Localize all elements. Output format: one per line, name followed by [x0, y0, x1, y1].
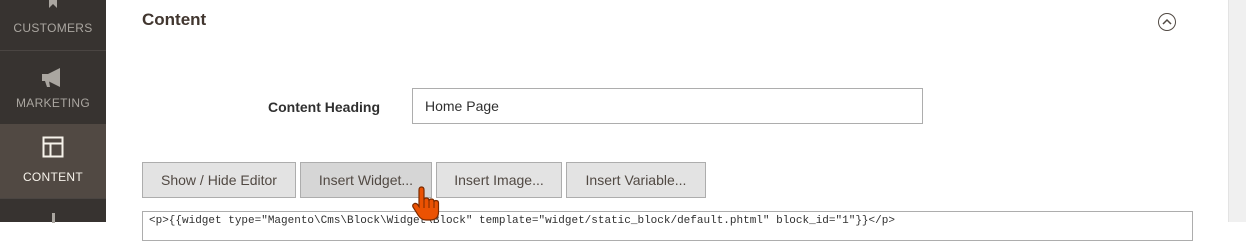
collapse-section-button[interactable] [1158, 13, 1176, 31]
sidebar-item-label: CONTENT [22, 170, 84, 184]
sidebar-item-label: MARKETING [15, 96, 91, 110]
sidebar-item-customers[interactable]: CUSTOMERS [0, 0, 106, 50]
layout-icon [0, 136, 106, 158]
sidebar-item-stores[interactable] [0, 198, 106, 223]
chevron-up-icon [1162, 13, 1172, 31]
admin-sidebar: CUSTOMERS MARKETING CONTENT [0, 0, 106, 223]
page-scrollbar[interactable] [1228, 0, 1246, 222]
megaphone-icon [0, 67, 106, 89]
section-title: Content [142, 10, 207, 29]
editor-content: <p>{{widget type="Magento\Cms\Block\Widg… [149, 215, 895, 227]
sidebar-item-label: CUSTOMERS [13, 21, 93, 35]
content-heading-input[interactable] [412, 88, 923, 124]
sidebar-item-content[interactable]: CONTENT [0, 124, 106, 198]
insert-variable-button[interactable]: Insert Variable... [566, 162, 706, 198]
content-heading-label: Content Heading [268, 99, 380, 115]
sidebar-item-marketing[interactable]: MARKETING [0, 50, 106, 125]
customers-icon [0, 0, 106, 10]
show-hide-editor-button[interactable]: Show / Hide Editor [142, 162, 296, 198]
stores-icon [0, 213, 106, 223]
content-editor-textarea[interactable]: <p>{{widget type="Magento\Cms\Block\Widg… [142, 211, 1193, 241]
insert-image-button[interactable]: Insert Image... [436, 162, 562, 198]
hand-cursor-icon [410, 186, 442, 222]
